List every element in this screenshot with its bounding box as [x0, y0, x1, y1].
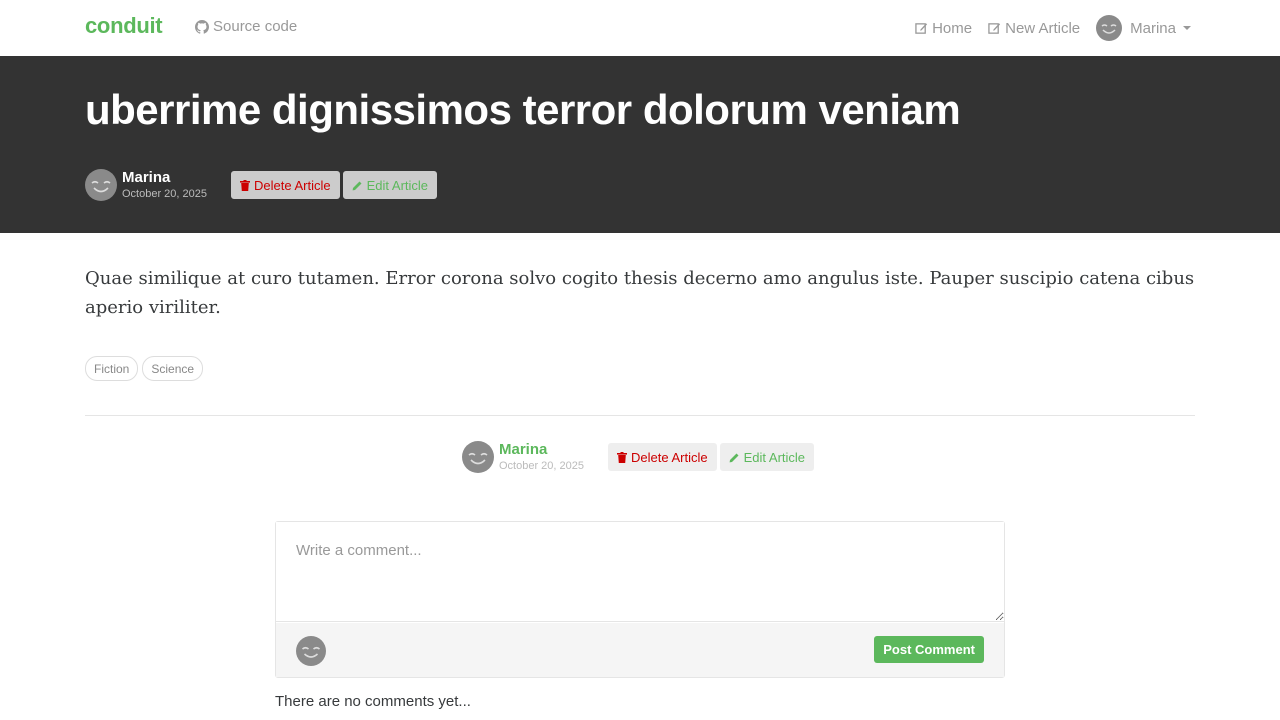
tag-pill[interactable]: Fiction: [85, 356, 139, 381]
nav-home-label: Home: [932, 19, 973, 37]
caret-down-icon: [1183, 26, 1191, 30]
article-title: uberrime dignissimos terror dolorum veni…: [85, 86, 961, 133]
article-date: October 20, 2025: [122, 188, 208, 201]
article-date: October 20, 2025: [499, 460, 585, 473]
edit-article-button[interactable]: Edit Article: [719, 443, 815, 471]
nav-right: Home New Article Marina: [915, 14, 1191, 42]
author-avatar[interactable]: [462, 441, 494, 473]
no-comments-text: There are no comments yet...: [275, 693, 471, 710]
delete-article-button[interactable]: Delete Article: [231, 171, 340, 199]
article-actions: Delete Article Edit Article: [608, 443, 815, 471]
meta-info: Marina October 20, 2025: [122, 169, 208, 201]
nav-home[interactable]: Home: [915, 20, 972, 37]
edit-icon: [915, 22, 928, 34]
author-avatar[interactable]: [85, 169, 117, 201]
article-body: Quae similique at curo tutamen. Error co…: [85, 268, 1195, 318]
nav-new-article[interactable]: New Article: [988, 20, 1080, 37]
delete-article-label: Delete Article: [631, 449, 708, 465]
source-code-link[interactable]: Source code: [195, 18, 297, 35]
delete-article-button[interactable]: Delete Article: [608, 443, 717, 471]
edit-article-button[interactable]: Edit Article: [342, 171, 438, 199]
tag-pill[interactable]: Science: [142, 356, 204, 381]
nav-user-label: Marina: [1130, 19, 1176, 37]
trash-icon: [240, 179, 251, 191]
source-code-label: Source code: [213, 18, 298, 35]
comment-input[interactable]: [276, 522, 1004, 622]
post-comment-button[interactable]: Post Comment: [874, 636, 984, 663]
github-icon: [195, 19, 209, 34]
pencil-icon: [352, 181, 362, 190]
divider: [85, 415, 1195, 416]
article-meta-bottom: Marina October 20, 2025 Delete Article E…: [462, 441, 815, 473]
edit-article-label: Edit Article: [366, 177, 429, 193]
tag-list: Fiction Science: [85, 356, 204, 381]
article-banner: uberrime dignissimos terror dolorum veni…: [0, 56, 1280, 233]
trash-icon: [617, 451, 628, 463]
avatar: [296, 636, 326, 666]
article-meta: Marina October 20, 2025 Delete Article E…: [85, 169, 438, 201]
author-link[interactable]: Marina: [122, 169, 207, 187]
navbar: conduit Source code Home New Article Mar…: [0, 0, 1280, 56]
comment-form: Post Comment: [275, 521, 1005, 678]
pencil-icon: [729, 453, 739, 462]
meta-info: Marina October 20, 2025: [499, 441, 585, 473]
nav-new-article-label: New Article: [1005, 19, 1081, 37]
nav-user-menu[interactable]: Marina: [1096, 15, 1191, 41]
article-actions: Delete Article Edit Article: [231, 171, 438, 199]
comment-form-footer: Post Comment: [276, 623, 1004, 677]
edit-article-label: Edit Article: [743, 449, 806, 465]
brand-logo[interactable]: conduit: [85, 13, 163, 39]
delete-article-label: Delete Article: [254, 177, 331, 193]
edit-icon: [988, 22, 1001, 34]
avatar: [1096, 15, 1123, 41]
author-link[interactable]: Marina: [499, 441, 584, 459]
